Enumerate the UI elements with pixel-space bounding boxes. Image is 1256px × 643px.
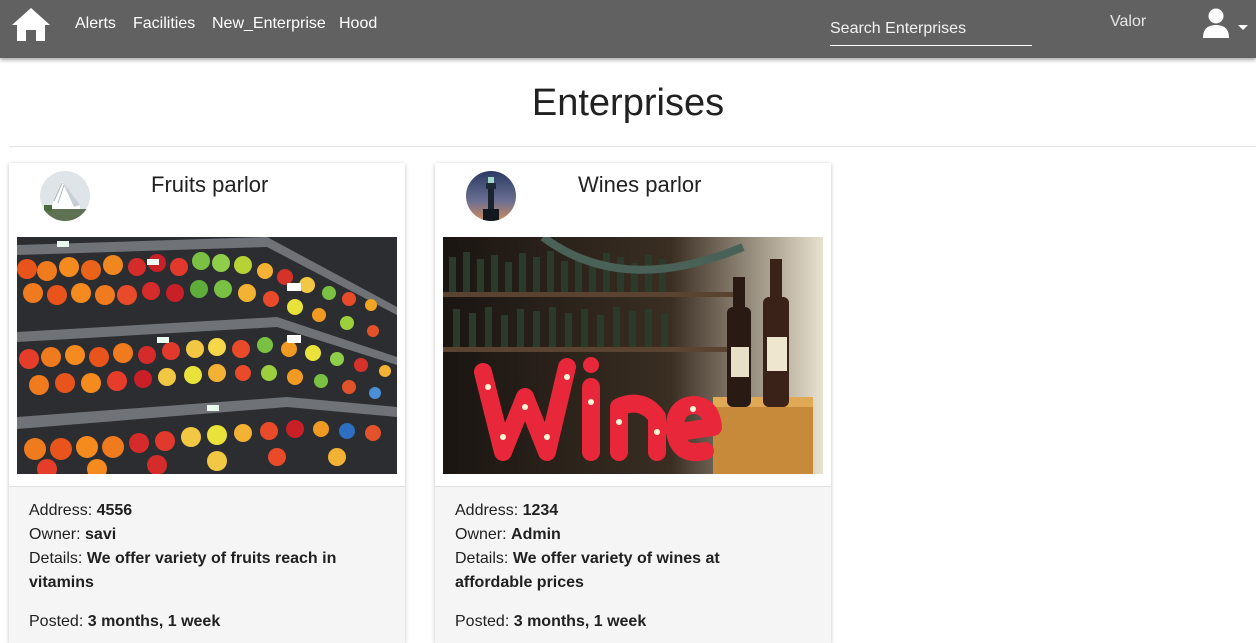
search-field — [830, 13, 1032, 46]
details-label: Details: — [29, 550, 83, 567]
caret-down-icon — [1238, 25, 1248, 30]
posted-line: Posted: 3 months, 1 week — [29, 610, 349, 634]
address-label: Address: — [455, 502, 519, 519]
title-divider — [9, 146, 1256, 147]
top-navbar: Alerts Facilities New_Enterprise Hood Va… — [0, 0, 1256, 58]
nav-link-facilities[interactable]: Facilities — [133, 15, 195, 33]
details-line: Details: We offer variety of fruits reac… — [29, 547, 349, 595]
address-line: Address: 1234 — [455, 499, 775, 523]
nav-link-new-enterprise[interactable]: New_Enterprise — [212, 15, 326, 33]
home-icon[interactable] — [10, 6, 52, 42]
owner-line: Owner: savi — [29, 523, 349, 547]
owner-line: Owner: Admin — [455, 523, 775, 547]
user-name: Valor — [1110, 13, 1147, 30]
posted-label: Posted: — [29, 613, 84, 630]
nav-link-hood[interactable]: Hood — [339, 15, 377, 33]
address-line: Address: 4556 — [29, 499, 349, 523]
posted-label: Posted: — [455, 613, 510, 630]
enterprise-info: Address: 1234 Owner: Admin Details: We o… — [435, 486, 831, 643]
address-value: 1234 — [522, 502, 559, 519]
enterprise-image-wines — [443, 237, 823, 474]
posted-value: 3 months, 1 week — [87, 613, 221, 630]
owner-value: Admin — [511, 526, 561, 543]
enterprise-card-fruits[interactable]: Fruits parlor Address: 4556 Owner: savi … — [9, 163, 405, 643]
enterprise-title[interactable]: Wines parlor — [578, 172, 701, 198]
page-title: Enterprises — [531, 82, 725, 124]
posted-value: 3 months, 1 week — [513, 613, 647, 630]
user-icon — [1203, 8, 1248, 38]
search-input[interactable] — [830, 13, 1032, 45]
owner-value: savi — [85, 526, 117, 543]
enterprise-image-fruits — [17, 237, 397, 474]
enterprise-title[interactable]: Fruits parlor — [151, 172, 268, 198]
address-value: 4556 — [96, 502, 133, 519]
enterprise-avatar — [40, 171, 90, 221]
details-line: Details: We offer variety of wines at af… — [455, 547, 775, 595]
owner-label: Owner: — [455, 526, 507, 543]
enterprise-avatar — [466, 171, 516, 221]
details-label: Details: — [455, 550, 509, 567]
enterprise-card-wines[interactable]: Wines parlor Address: 1234 Owner: Admin … — [435, 163, 831, 643]
owner-label: Owner: — [29, 526, 81, 543]
nav-link-alerts[interactable]: Alerts — [75, 15, 116, 33]
posted-line: Posted: 3 months, 1 week — [455, 610, 775, 634]
enterprise-info: Address: 4556 Owner: savi Details: We of… — [9, 486, 405, 643]
user-menu-button[interactable] — [1200, 6, 1252, 42]
address-label: Address: — [29, 502, 93, 519]
